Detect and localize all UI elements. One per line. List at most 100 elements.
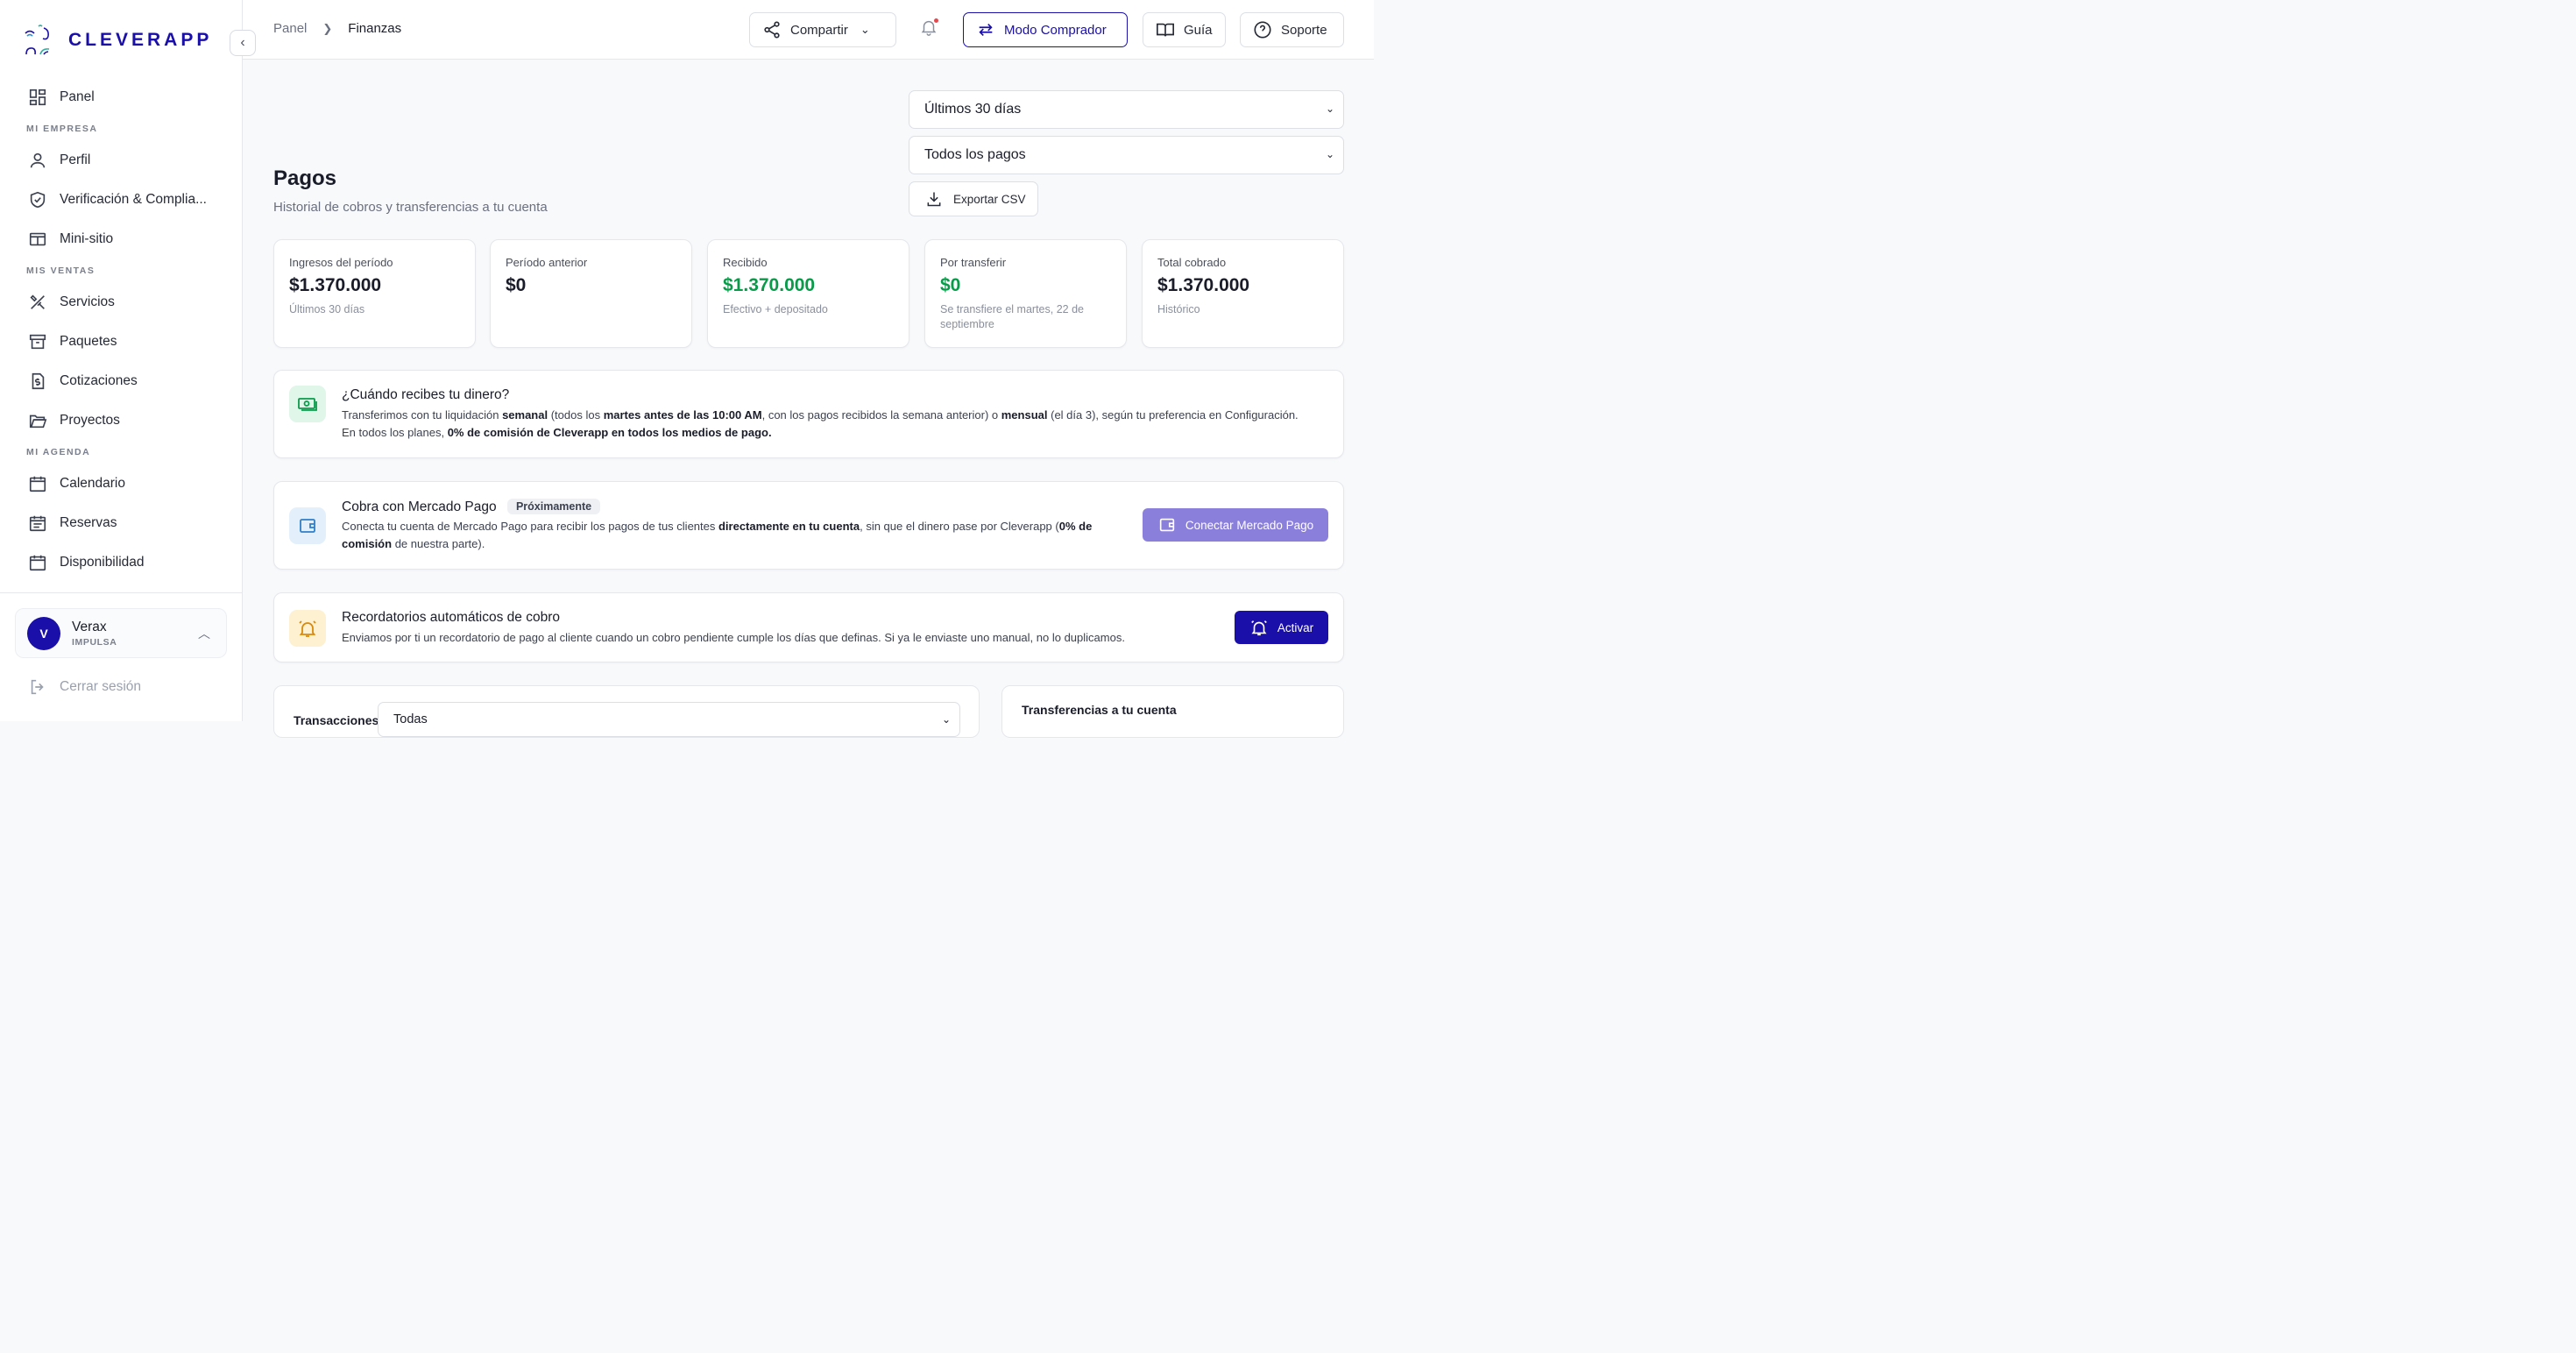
stat-card-recibido: Recibido $1.370.000 Efectivo + depositad… [707, 239, 909, 348]
main-content: Últimos 30 días ⌄ Todos los pagos ⌄ Expo… [243, 60, 1374, 738]
calendar-list-icon [28, 514, 47, 533]
sidebar-item-paquetes[interactable]: Paquetes [0, 322, 242, 361]
brand-name: CLEVERAPP [68, 30, 213, 50]
text-run: (todos los [548, 408, 604, 421]
stat-value: $0 [506, 275, 527, 295]
chevron-up-icon: ︿ [198, 627, 210, 641]
stat-label: Recibido [723, 256, 768, 269]
sidebar-section-empresa: MI EMPRESA [26, 124, 98, 134]
stat-value: $0 [940, 275, 961, 295]
sidebar-item-label: Paquetes [60, 333, 117, 349]
support-button[interactable]: Soporte [1240, 12, 1344, 47]
coming-soon-badge: Próximamente [506, 499, 601, 514]
export-csv-label: Exportar CSV [953, 192, 1026, 206]
sidebar: CLEVERAPP ‹ Panel MI EMPRESA Perfil Veri… [0, 0, 256, 721]
stat-value: $1.370.000 [1157, 275, 1250, 295]
chevron-down-icon: ⌄ [1325, 148, 1334, 160]
sidebar-item-panel[interactable]: Panel [0, 77, 242, 117]
brand-mark-icon [23, 23, 56, 58]
stat-sub: Se transfiere el martes, 22 de septiembr… [940, 303, 1084, 330]
export-csv-button[interactable]: Exportar CSV [909, 181, 1038, 216]
sidebar-item-label: Proyectos [60, 412, 120, 428]
notifications-button[interactable] [919, 18, 940, 39]
logout-icon [31, 679, 44, 695]
transactions-filter-select[interactable]: Todas ⌄ [378, 702, 960, 737]
calendar-clock-icon [28, 553, 47, 572]
help-circle-icon [1254, 21, 1271, 39]
mercado-pago-body: Conecta tu cuenta de Mercado Pago para r… [342, 518, 1130, 553]
payment-type-select[interactable]: Todos los pagos ⌄ [909, 136, 1344, 174]
payout-info-card: ¿Cuándo recibes tu dinero? Transferimos … [273, 370, 1344, 458]
sidebar-item-servicios[interactable]: Servicios [0, 282, 242, 322]
chevron-down-icon: ⌄ [860, 23, 870, 36]
stat-label: Por transferir [940, 256, 1007, 269]
folder-open-icon [28, 411, 47, 430]
buyer-mode-button[interactable]: Modo Comprador [963, 12, 1128, 47]
sidebar-item-verificacion[interactable]: Verificación & Complia... [0, 180, 242, 219]
logout-button[interactable]: Cerrar sesión [28, 677, 141, 697]
calendar-icon [28, 474, 47, 493]
cash-icon [289, 386, 326, 422]
text-bold: 0% de comisión de Cleverapp en todos los… [447, 426, 772, 439]
sidebar-item-label: Reservas [60, 514, 117, 530]
reminders-title: Recordatorios automáticos de cobro [342, 610, 560, 625]
sidebar-item-label: Cotizaciones [60, 372, 138, 388]
dashboard-icon [28, 88, 47, 107]
sidebar-item-minisitio[interactable]: Mini-sitio [0, 219, 242, 259]
mercado-pago-card: Cobra con Mercado Pago Próximamente Cone… [273, 481, 1344, 570]
stat-value: $1.370.000 [289, 275, 382, 295]
breadcrumb-item-panel[interactable]: Panel [273, 21, 307, 36]
mercado-pago-title-row: Cobra con Mercado Pago Próximamente [342, 499, 601, 515]
sidebar-item-calendario[interactable]: Calendario [0, 464, 242, 503]
support-label: Soporte [1281, 22, 1327, 38]
tools-icon [28, 293, 47, 312]
alarm-icon [289, 610, 326, 647]
sidebar-item-perfil[interactable]: Perfil [0, 140, 242, 180]
sidebar-footer: V Verax IMPULSA ︿ Cerrar sesión [0, 592, 242, 721]
period-select[interactable]: Últimos 30 días ⌄ [909, 90, 1344, 129]
guide-button[interactable]: Guía [1143, 12, 1226, 47]
notification-dot [934, 18, 938, 23]
download-icon [927, 192, 941, 207]
swap-arrows-icon [979, 23, 993, 37]
sidebar-item-reservas[interactable]: Reservas [0, 503, 242, 542]
chevron-left-icon: ‹ [240, 35, 245, 50]
mercado-pago-title: Cobra con Mercado Pago [342, 499, 497, 514]
sidebar-item-label: Perfil [60, 152, 91, 167]
sidebar-item-label: Disponibilidad [60, 554, 145, 570]
share-label: Compartir [790, 22, 848, 38]
reminders-card: Recordatorios automáticos de cobro Envia… [273, 592, 1344, 662]
shield-check-icon [28, 190, 47, 209]
book-icon [1157, 23, 1174, 37]
chevron-down-icon: ⌄ [1325, 103, 1334, 115]
sidebar-item-label: Verificación & Complia... [60, 191, 207, 207]
connect-mercado-pago-label: Conectar Mercado Pago [1185, 518, 1314, 532]
sidebar-item-disponibilidad[interactable]: Disponibilidad [0, 542, 242, 582]
stat-label: Ingresos del período [289, 256, 393, 269]
sidebar-item-proyectos[interactable]: Proyectos [0, 400, 242, 440]
reminders-body: Enviamos por ti un recordatorio de pago … [342, 631, 1125, 644]
stat-sub: Histórico [1157, 303, 1200, 315]
logout-label: Cerrar sesión [60, 679, 142, 694]
text-run: de nuestra parte). [392, 537, 485, 550]
sidebar-item-label: Calendario [60, 475, 125, 491]
sidebar-nav: Panel MI EMPRESA Perfil Verificación & C… [0, 77, 242, 590]
user-menu[interactable]: V Verax IMPULSA ︿ [15, 608, 227, 658]
chevron-right-icon: ❯ [322, 21, 333, 35]
collapse-sidebar-button[interactable]: ‹ [230, 30, 256, 56]
guide-label: Guía [1184, 22, 1213, 38]
brand-logo[interactable]: CLEVERAPP [23, 23, 212, 58]
activate-label: Activar [1277, 620, 1314, 634]
transfers-panel: Transferencias a tu cuenta [1001, 685, 1344, 738]
text-run: , con los pagos recibidos la semana ante… [761, 408, 1001, 421]
sidebar-item-cotizaciones[interactable]: Cotizaciones [0, 361, 242, 400]
share-button[interactable]: Compartir ⌄ [749, 12, 896, 47]
activate-reminders-button[interactable]: Activar [1235, 611, 1328, 644]
connect-mercado-pago-button[interactable]: Conectar Mercado Pago [1143, 508, 1328, 542]
payment-type-select-value: Todos los pagos [924, 147, 1026, 162]
period-select-value: Últimos 30 días [924, 102, 1022, 117]
transactions-panel: Transacciones Todas ⌄ [273, 685, 980, 738]
breadcrumb-item-current: Finanzas [348, 21, 402, 36]
text-bold: directamente en tu cuenta [718, 520, 860, 533]
wallet-icon [1159, 518, 1174, 532]
